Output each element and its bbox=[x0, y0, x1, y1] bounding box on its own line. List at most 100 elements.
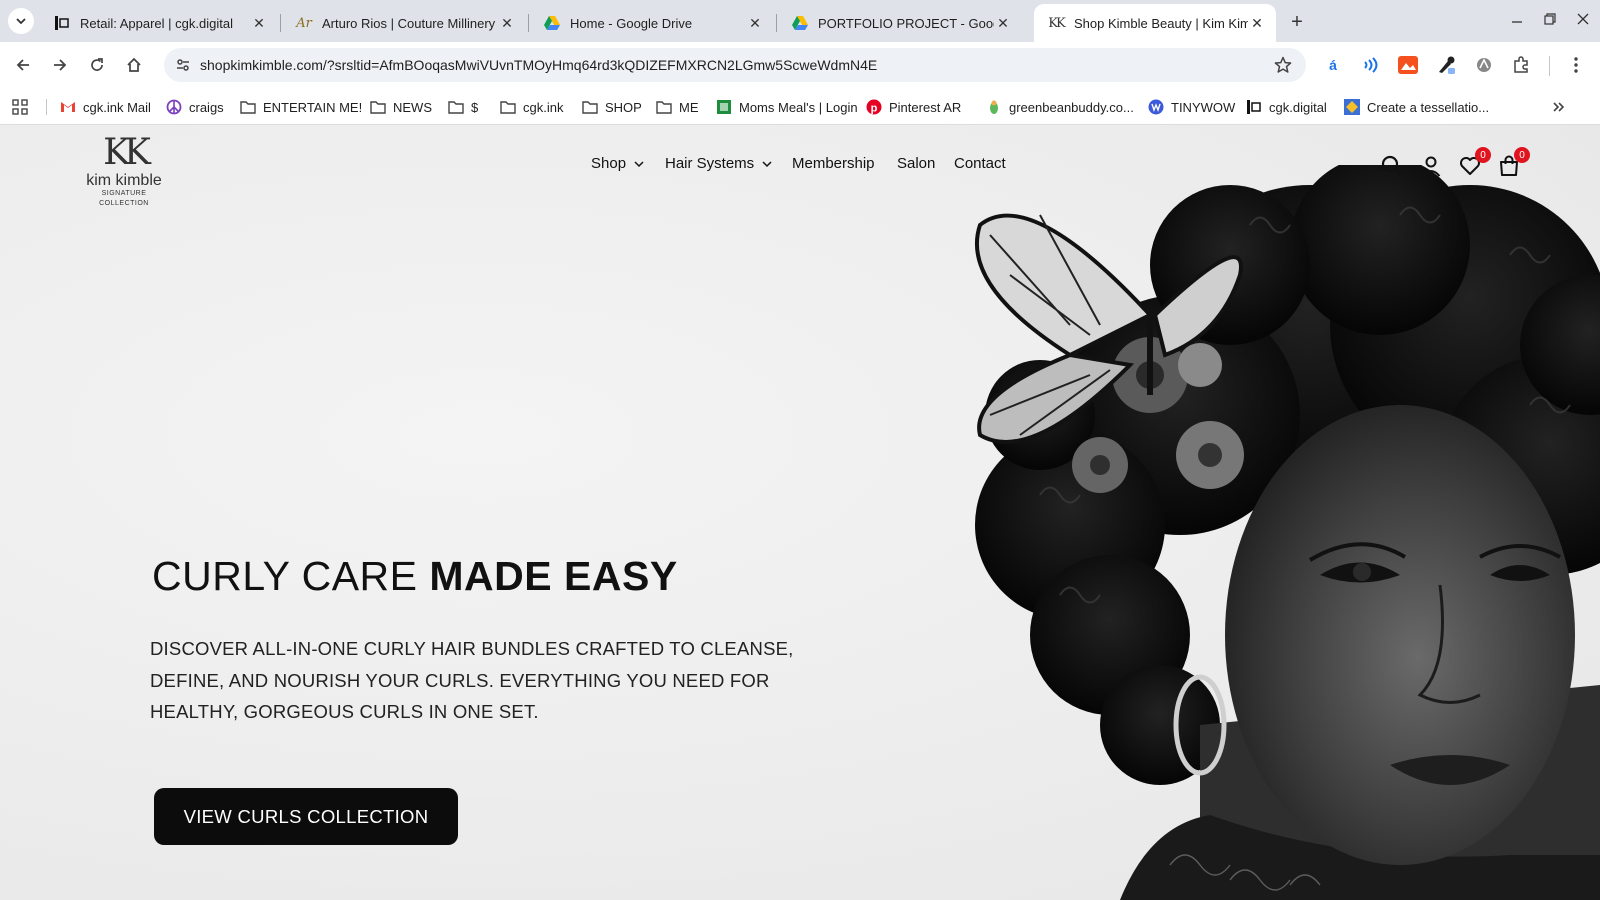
bookmark-news[interactable]: NEWS bbox=[370, 96, 432, 118]
tab-retail-apparel[interactable]: Retail: Apparel | cgk.digital ✕ bbox=[40, 4, 278, 42]
bookmark-cgk-digital[interactable]: cgk.digital bbox=[1246, 96, 1327, 118]
logo-name: kim kimble bbox=[86, 172, 162, 189]
nav-contact[interactable]: Contact bbox=[954, 155, 1006, 172]
bookmark-label: craigs bbox=[189, 99, 224, 115]
bookmark-craigs[interactable]: craigs bbox=[166, 96, 224, 118]
close-window-button[interactable] bbox=[1568, 6, 1598, 32]
nav-item[interactable]: Shop bbox=[591, 155, 644, 172]
google-drive-icon bbox=[792, 15, 808, 31]
bookmark-me[interactable]: ME bbox=[656, 96, 699, 118]
kk-logo-icon: KK bbox=[1048, 15, 1065, 31]
nav-label: Membership bbox=[792, 155, 875, 172]
bookmark-dollar[interactable]: $ bbox=[448, 96, 478, 118]
search-icon[interactable] bbox=[1379, 153, 1405, 179]
tab-arturo-rios[interactable]: Ar Arturo Rios | Couture Millinery ✕ bbox=[282, 4, 526, 42]
minimize-button[interactable] bbox=[1502, 6, 1532, 32]
chevron-down-icon bbox=[762, 160, 772, 167]
hero-title-bold: MADE EASY bbox=[429, 553, 678, 599]
cgk-icon bbox=[1246, 99, 1262, 115]
ar-script-icon: Ar bbox=[296, 15, 312, 31]
bookmark-cgk-ink[interactable]: cgk.ink bbox=[500, 96, 563, 118]
tab-search-button[interactable] bbox=[8, 8, 34, 34]
wishlist-heart-icon[interactable]: 0 bbox=[1457, 147, 1491, 179]
close-icon[interactable]: ✕ bbox=[1248, 14, 1266, 32]
tab-title: Retail: Apparel | cgk.digital bbox=[80, 15, 233, 31]
bookmark-label: TINYWOW bbox=[1171, 99, 1236, 115]
tab-divider bbox=[280, 14, 281, 32]
more-bookmarks-icon[interactable] bbox=[1552, 96, 1566, 118]
site-logo[interactable]: KK kim kimble SIGNATURE COLLECTION bbox=[78, 133, 170, 209]
address-bar[interactable]: shopkimkimble.com/?srsltid=AfmBOoqasMwiV… bbox=[164, 48, 1306, 82]
bookmark-greenbeanbuddy[interactable]: greenbeanbuddy.co... bbox=[986, 96, 1134, 118]
arrow-left-icon bbox=[16, 59, 29, 71]
bookmark-star-icon[interactable] bbox=[1272, 54, 1294, 76]
ai-extension-icon[interactable] bbox=[1473, 54, 1495, 76]
chevron-down-icon bbox=[634, 160, 644, 167]
image-extension-icon[interactable] bbox=[1397, 54, 1419, 76]
reload-button[interactable] bbox=[82, 50, 112, 80]
bookmark-label: SHOP bbox=[605, 99, 642, 115]
tessellation-icon bbox=[1344, 99, 1360, 115]
gmail-icon bbox=[60, 99, 76, 115]
nav-label: Hair Systems bbox=[665, 155, 755, 172]
tab-google-drive-home[interactable]: Home - Google Drive ✕ bbox=[530, 4, 774, 42]
bookmark-pinterest-ar[interactable]: p Pinterest AR bbox=[866, 96, 961, 118]
bookmark-label: ENTERTAIN ME! bbox=[263, 99, 363, 115]
face-shape bbox=[1225, 405, 1575, 865]
nav-item[interactable]: Hair Systems bbox=[665, 155, 772, 172]
folder-icon bbox=[656, 99, 672, 115]
color-picker-extension-icon[interactable] bbox=[1435, 54, 1457, 76]
hero-description: DISCOVER ALL-IN-ONE CURLY HAIR BUNDLES C… bbox=[150, 638, 794, 722]
nav-membership[interactable]: Membership bbox=[792, 155, 875, 172]
new-tab-button[interactable]: + bbox=[1284, 9, 1310, 35]
svg-text:p: p bbox=[871, 103, 878, 115]
close-icon[interactable]: ✕ bbox=[250, 14, 268, 32]
home-button[interactable] bbox=[119, 50, 149, 80]
tab-shop-kimble-beauty[interactable]: KK Shop Kimble Beauty | Kim Kimb ✕ bbox=[1034, 4, 1276, 42]
site-info-icon[interactable] bbox=[172, 54, 194, 76]
apps-grid-icon[interactable] bbox=[12, 96, 28, 118]
greenbean-icon bbox=[986, 99, 1002, 115]
tab-title: PORTFOLIO PROJECT - Google bbox=[818, 15, 994, 31]
close-icon bbox=[1577, 13, 1589, 25]
browser-tab-strip: Retail: Apparel | cgk.digital ✕ Ar Artur… bbox=[0, 0, 1600, 42]
close-icon[interactable]: ✕ bbox=[498, 14, 516, 32]
bookmark-tinywow[interactable]: TINYWOW bbox=[1148, 96, 1235, 118]
nav-shop[interactable]: Shop bbox=[591, 155, 644, 172]
logo-subtitle: SIGNATURE COLLECTION bbox=[99, 190, 149, 207]
browser-menu-icon[interactable] bbox=[1565, 54, 1587, 76]
tab-portfolio-project[interactable]: PORTFOLIO PROJECT - Google ✕ bbox=[778, 4, 1022, 42]
reload-icon bbox=[91, 58, 103, 71]
restore-button[interactable] bbox=[1535, 6, 1565, 32]
bookmark-label: greenbeanbuddy.co... bbox=[1009, 99, 1134, 115]
bookmark-entertain-me[interactable]: ENTERTAIN ME! bbox=[240, 96, 362, 118]
close-icon[interactable]: ✕ bbox=[994, 14, 1012, 32]
tab-title: Shop Kimble Beauty | Kim Kimb bbox=[1074, 15, 1248, 31]
bookmark-label: NEWS bbox=[393, 99, 432, 115]
view-curls-collection-button[interactable]: VIEW CURLS COLLECTION bbox=[154, 788, 458, 845]
close-icon[interactable]: ✕ bbox=[746, 14, 764, 32]
account-icon[interactable] bbox=[1418, 153, 1444, 179]
bookmark-tessellation[interactable]: Create a tessellatio... bbox=[1344, 96, 1489, 118]
bookmarks-divider bbox=[46, 99, 47, 115]
read-aloud-extension-icon[interactable] bbox=[1360, 54, 1382, 76]
bookmark-label: Create a tessellatio... bbox=[1367, 99, 1490, 115]
pinterest-icon: p bbox=[866, 99, 882, 115]
nav-hair-systems[interactable]: Hair Systems bbox=[665, 155, 772, 172]
back-button[interactable] bbox=[8, 50, 38, 80]
extensions-puzzle-icon[interactable] bbox=[1510, 54, 1532, 76]
bookmark-label: cgk.digital bbox=[1269, 99, 1327, 115]
bookmark-cgk-ink-mail[interactable]: cgk.ink Mail bbox=[60, 96, 151, 118]
nav-salon[interactable]: Salon bbox=[897, 155, 935, 172]
forward-button[interactable] bbox=[45, 50, 75, 80]
bookmark-label: cgk.ink Mail bbox=[83, 99, 151, 115]
cart-bag-icon[interactable]: 0 bbox=[1496, 147, 1530, 179]
url-text[interactable]: shopkimkimble.com/?srsltid=AfmBOoqasMwiV… bbox=[200, 57, 877, 73]
minimize-icon bbox=[1512, 21, 1522, 23]
translate-extension-icon[interactable]: á bbox=[1322, 54, 1344, 76]
bookmark-label: ME bbox=[679, 99, 699, 115]
tab-divider bbox=[528, 14, 529, 32]
bookmark-shop[interactable]: SHOP bbox=[582, 96, 642, 118]
chevron-down-icon bbox=[16, 18, 26, 25]
bookmark-moms-meals[interactable]: Moms Meal's | Login bbox=[716, 96, 858, 118]
